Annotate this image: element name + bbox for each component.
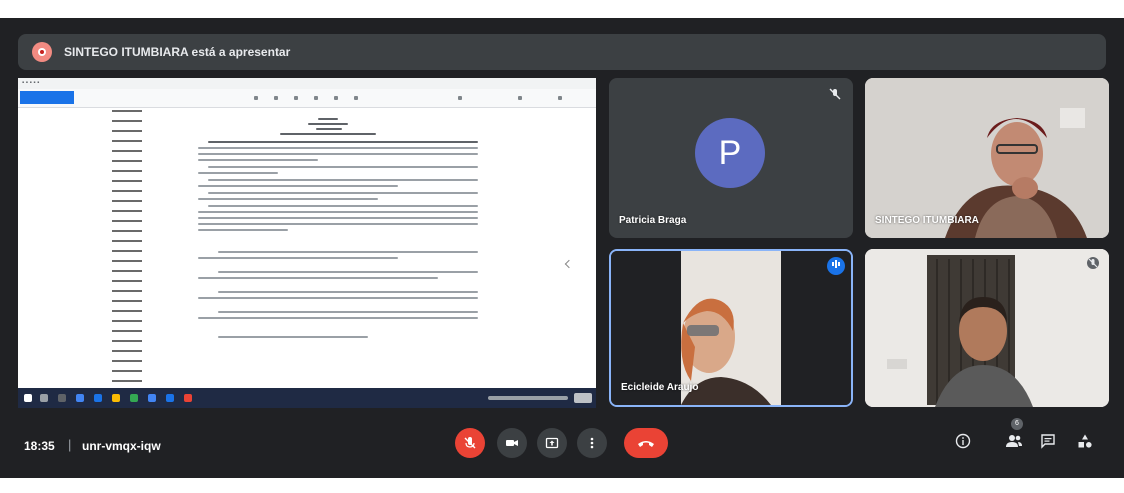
shared-taskbar bbox=[18, 388, 596, 408]
people-icon bbox=[1006, 435, 1022, 447]
activities-icon bbox=[1078, 434, 1092, 448]
present-screen-icon bbox=[545, 437, 559, 449]
shared-window-titlebar: ▪ ▪ ▪ ▪ ▪ bbox=[18, 78, 596, 89]
camera-toggle-button[interactable] bbox=[497, 428, 527, 458]
avatar: P bbox=[695, 118, 765, 188]
camera-icon bbox=[506, 440, 518, 446]
participants-button[interactable] bbox=[1004, 433, 1024, 453]
presenting-banner-text: SINTEGO ITUMBIARA está a apresentar bbox=[64, 45, 291, 59]
speaking-indicator-icon bbox=[827, 257, 845, 275]
meet-window: SINTEGO ITUMBIARA está a apresentar ▪ ▪ … bbox=[0, 18, 1124, 478]
participant-tile-camera[interactable] bbox=[865, 249, 1109, 407]
presenting-banner: SINTEGO ITUMBIARA está a apresentar bbox=[18, 34, 1106, 70]
shared-doc-toolbar bbox=[18, 89, 596, 108]
mic-off-icon bbox=[464, 437, 476, 449]
participant-tile-patricia[interactable]: P Patricia Braga bbox=[609, 78, 853, 238]
meeting-control-bar: 18:35 | unr-vmqx-iqw 6 bbox=[0, 413, 1124, 478]
shared-document-page bbox=[18, 108, 596, 388]
mic-off-icon bbox=[1087, 257, 1099, 269]
meeting-time: 18:35 bbox=[24, 439, 55, 453]
shared-doc-active-tab bbox=[20, 91, 74, 104]
mic-off-icon bbox=[829, 88, 841, 100]
more-options-button[interactable] bbox=[577, 428, 607, 458]
chat-icon bbox=[1041, 434, 1055, 449]
participant-count-badge: 6 bbox=[1011, 418, 1023, 430]
leave-call-button[interactable] bbox=[624, 428, 668, 458]
meeting-info-button[interactable] bbox=[953, 433, 973, 453]
participant-name: Patricia Braga bbox=[619, 215, 687, 226]
document-spiral-binding bbox=[112, 110, 142, 388]
shared-screen: ▪ ▪ ▪ ▪ ▪ bbox=[18, 78, 596, 408]
participant-tile-ecicleide[interactable]: Ecicleide Araujo bbox=[609, 249, 853, 407]
meeting-code: unr-vmqx-iqw bbox=[82, 439, 161, 453]
participant-video-camera bbox=[865, 249, 1109, 407]
presenter-avatar-icon bbox=[32, 42, 52, 62]
mic-toggle-button[interactable] bbox=[455, 428, 485, 458]
activities-button[interactable] bbox=[1075, 433, 1095, 453]
participant-tile-sintego[interactable]: SINTEGO ITUMBIARA bbox=[865, 78, 1109, 238]
more-options-icon bbox=[590, 437, 594, 449]
participant-name: SINTEGO ITUMBIARA bbox=[875, 215, 979, 226]
participant-video-sintego bbox=[865, 78, 1109, 238]
present-screen-button[interactable] bbox=[537, 428, 567, 458]
info-icon bbox=[955, 433, 971, 449]
hang-up-icon bbox=[638, 441, 654, 447]
participant-name: Ecicleide Araujo bbox=[621, 382, 699, 393]
chat-button[interactable] bbox=[1038, 433, 1058, 453]
meeting-separator: | bbox=[68, 437, 72, 452]
